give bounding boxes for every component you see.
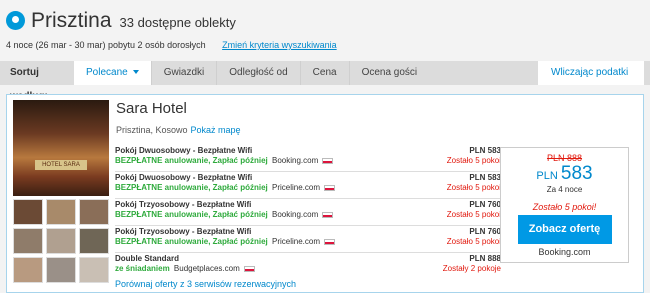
offer-row[interactable]: Pokój Dwuosobowy - Bezpłatne Wifi BEZPŁA… xyxy=(115,172,501,199)
thumbnail-grid xyxy=(13,199,109,283)
rooms-left: Zostało 5 pokoi xyxy=(446,210,501,219)
thumbnail[interactable] xyxy=(79,199,109,225)
offer-feature: ze śniadaniem Budgetplaces.com xyxy=(115,264,255,273)
compare-offers-link[interactable]: Porównaj oferty z 3 serwisów rezerwacyjn… xyxy=(115,279,296,289)
taxes-dropdown[interactable]: Wliczając podatki xyxy=(538,61,644,99)
room-type: Pokój Dwuosobowy - Bezpłatne Wifi xyxy=(115,146,253,155)
sort-bar: Sortuj według: Polecane Gwiazdki Odległo… xyxy=(0,61,650,102)
page-title: Prisztina xyxy=(31,9,112,32)
hotel-sign: HOTEL SARA xyxy=(35,160,87,170)
offer-price: PLN 583 xyxy=(469,146,501,155)
offer-row[interactable]: Pokój Dwuosobowy - Bezpłatne Wifi BEZPŁA… xyxy=(115,145,501,172)
offer-feature: BEZPŁATNE anulowanie, Zapłać później Boo… xyxy=(115,210,334,219)
thumbnail[interactable] xyxy=(13,257,43,283)
results-count: 33 dostępne oblekty xyxy=(119,15,236,30)
offer-feature: BEZPŁATNE anulowanie, Zapłać później Boo… xyxy=(115,156,334,165)
offer-site: Priceline.com xyxy=(272,183,321,192)
change-criteria-link[interactable]: Zmień kryteria wyszukiwania xyxy=(222,40,337,50)
offer-price: PLN 583 xyxy=(469,173,501,182)
offer-site: Booking.com xyxy=(272,210,319,219)
offer-price: PLN 888 xyxy=(469,254,501,263)
offer-site: Priceline.com xyxy=(272,237,321,246)
old-price: PLN 888 xyxy=(546,153,583,163)
thumbnail[interactable] xyxy=(46,199,76,225)
offer-price: PLN 760 xyxy=(469,227,501,236)
thumbnail[interactable] xyxy=(79,257,109,283)
flag-icon xyxy=(324,238,336,245)
offer-list: Pokój Dwuosobowy - Bezpłatne Wifi BEZPŁA… xyxy=(115,145,501,280)
rooms-left: Zostało 5 pokoi xyxy=(446,183,501,192)
deal-site: Booking.com xyxy=(538,247,591,257)
view-offer-button[interactable]: Zobacz ofertę xyxy=(517,215,612,244)
hotel-location: Prisztina, Kosowo Pokaż mapę xyxy=(116,125,241,135)
search-summary: 4 noce (26 mar - 30 mar) pobytu 2 osób d… xyxy=(6,40,337,50)
offer-price: PLN 760 xyxy=(469,200,501,209)
nights-count: Za 4 noce xyxy=(546,185,583,194)
room-type: Double Standard xyxy=(115,254,180,263)
deal-box: PLN 888 PLN 583 Za 4 noce Zostało 5 poko… xyxy=(500,147,629,263)
flag-icon xyxy=(243,265,255,272)
tab-guest-rating[interactable]: Ocena gości xyxy=(348,61,430,85)
room-type: Pokój Trzyosobowy - Bezpłatne Wifi xyxy=(115,227,252,236)
tab-stars[interactable]: Gwiazdki xyxy=(150,61,217,85)
room-type: Pokój Trzyosobowy - Bezpłatne Wifi xyxy=(115,200,252,209)
page-header: Prisztina 33 dostępne oblekty xyxy=(6,8,236,38)
deal-price: PLN 583 xyxy=(536,163,593,184)
flag-icon xyxy=(322,157,334,164)
flag-icon xyxy=(324,184,336,191)
thumbnail[interactable] xyxy=(46,228,76,254)
offer-feature: BEZPŁATNE anulowanie, Zapłać później Pri… xyxy=(115,183,336,192)
offer-row[interactable]: Double Standard ze śniadaniem Budgetplac… xyxy=(115,253,501,280)
rooms-left-alert: Zostało 5 pokoi! xyxy=(532,202,597,212)
offer-site: Booking.com xyxy=(272,156,319,165)
thumbnail[interactable] xyxy=(46,257,76,283)
tab-recommended[interactable]: Polecane xyxy=(74,61,151,85)
thumbnail[interactable] xyxy=(13,228,43,254)
search-dates: 4 noce (26 mar - 30 mar) pobytu 2 osób d… xyxy=(6,40,206,50)
hotel-name[interactable]: Sara Hotel xyxy=(116,100,187,117)
tab-price[interactable]: Cena xyxy=(299,61,349,85)
flag-icon xyxy=(322,211,334,218)
location-pin-icon xyxy=(6,11,25,30)
room-type: Pokój Dwuosobowy - Bezpłatne Wifi xyxy=(115,173,253,182)
rooms-left: Zostały 2 pokoje xyxy=(442,264,501,273)
thumbnail[interactable] xyxy=(13,199,43,225)
offer-row[interactable]: Pokój Trzyosobowy - Bezpłatne Wifi BEZPŁ… xyxy=(115,226,501,253)
hotel-main-image[interactable]: HOTEL SARA xyxy=(13,100,109,196)
hotel-card: HOTEL SARA Sara Hotel Prisztina, Kosowo P… xyxy=(6,94,644,293)
rooms-left: Zostało 5 pokoi xyxy=(446,156,501,165)
offer-site: Budgetplaces.com xyxy=(173,264,240,273)
tab-distance[interactable]: Odległość od xyxy=(216,61,299,85)
offer-row[interactable]: Pokój Trzyosobowy - Bezpłatne Wifi BEZPŁ… xyxy=(115,199,501,226)
thumbnail[interactable] xyxy=(79,228,109,254)
rooms-left: Zostało 5 pokoi xyxy=(446,237,501,246)
offer-feature: BEZPŁATNE anulowanie, Zapłać później Pri… xyxy=(115,237,336,246)
show-map-link[interactable]: Pokaż mapę xyxy=(191,125,241,135)
sort-label: Sortuj według: xyxy=(10,67,48,102)
chevron-down-icon xyxy=(132,70,139,75)
